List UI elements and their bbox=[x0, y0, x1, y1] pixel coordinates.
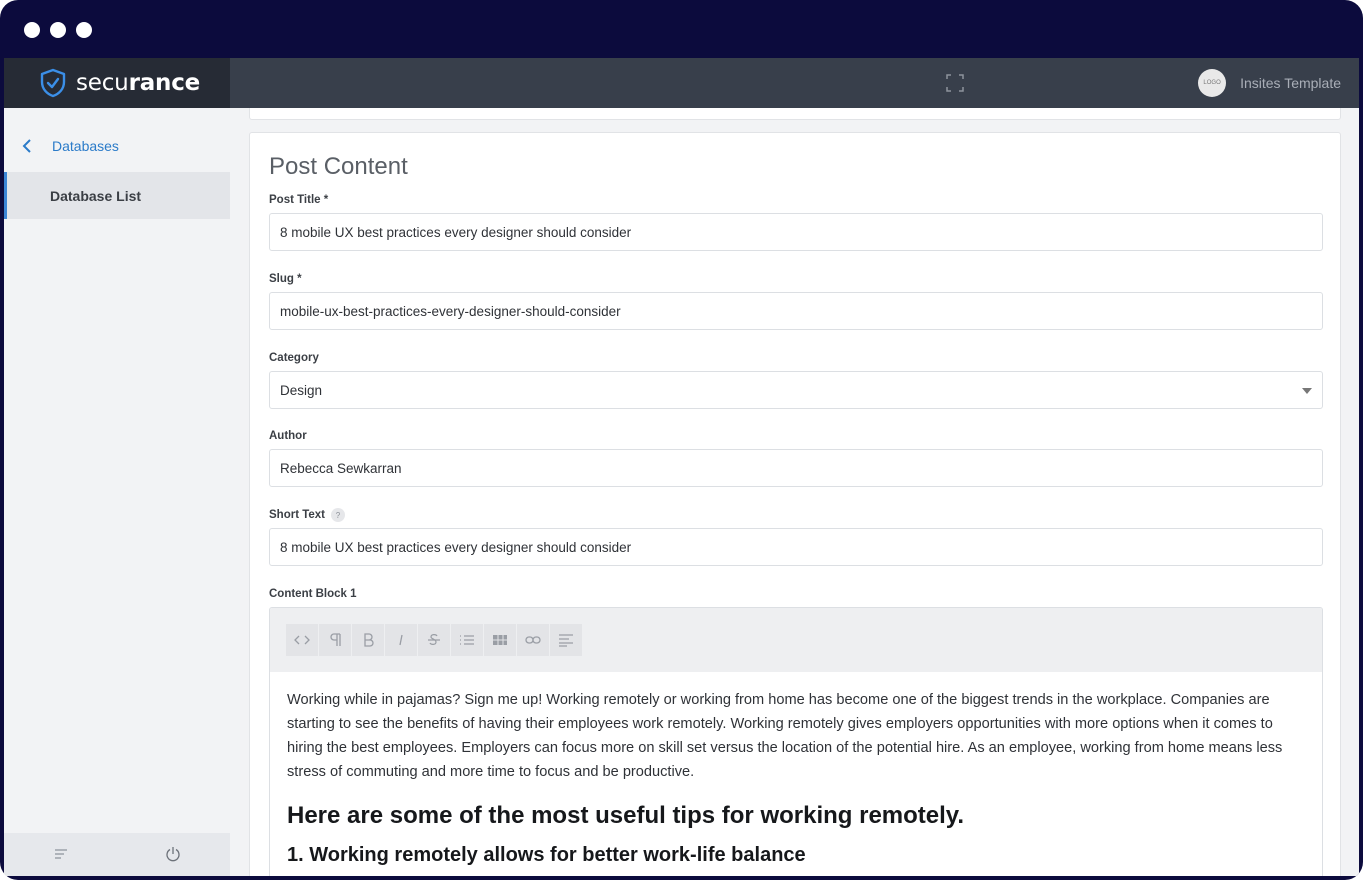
author-input[interactable]: Rebecca Sewkarran bbox=[269, 449, 1323, 487]
content-block-label: Content Block 1 bbox=[269, 588, 357, 600]
sidebar-item-database-list[interactable]: Database List bbox=[4, 172, 230, 219]
category-selected-value: Design bbox=[280, 382, 323, 398]
short-text-label: Short Text ? bbox=[269, 508, 346, 522]
italic-icon bbox=[399, 634, 403, 646]
align-left-icon bbox=[559, 634, 573, 647]
user-menu[interactable]: LOGO Insites Template bbox=[1198, 69, 1341, 97]
page-title: Post Content bbox=[269, 153, 408, 180]
editor-toolbar bbox=[270, 608, 1322, 672]
strikethrough-button[interactable] bbox=[418, 624, 450, 656]
top-bar: LOGO Insites Template bbox=[230, 58, 1359, 108]
table-icon bbox=[493, 635, 507, 645]
content-paragraph: Working while in pajamas? Sign me up! Wo… bbox=[287, 692, 1283, 780]
align-button[interactable] bbox=[550, 624, 582, 656]
fullscreen-icon[interactable] bbox=[946, 74, 964, 92]
post-title-input[interactable]: 8 mobile UX best practices every designe… bbox=[269, 213, 1323, 251]
window-dot-close[interactable] bbox=[24, 22, 40, 38]
code-view-button[interactable] bbox=[286, 624, 318, 656]
paragraph-icon bbox=[330, 633, 341, 646]
author-label: Author bbox=[269, 430, 307, 442]
rich-text-editor: Working while in pajamas? Sign me up! Wo… bbox=[269, 607, 1323, 876]
unordered-list-button[interactable] bbox=[451, 624, 483, 656]
collapse-menu-icon[interactable] bbox=[54, 848, 68, 860]
avatar: LOGO bbox=[1198, 69, 1227, 97]
window-controls bbox=[24, 22, 92, 38]
link-icon bbox=[525, 636, 541, 644]
short-text-input[interactable]: 8 mobile UX best practices every designe… bbox=[269, 528, 1323, 566]
back-to-databases-link[interactable]: Databases bbox=[22, 138, 119, 154]
table-button[interactable] bbox=[484, 624, 516, 656]
content-heading: Here are some of the most useful tips fo… bbox=[287, 802, 965, 829]
brand-name-regular: secu bbox=[76, 70, 129, 96]
previous-card bbox=[249, 108, 1341, 120]
window-frame: securance LOGO Insites Template Database… bbox=[0, 0, 1363, 880]
list-icon bbox=[460, 635, 474, 645]
brand-name: securance bbox=[76, 70, 200, 96]
bold-icon bbox=[364, 633, 374, 647]
back-link-label: Databases bbox=[52, 138, 119, 154]
bold-button[interactable] bbox=[352, 624, 384, 656]
chevron-left-icon bbox=[22, 139, 31, 153]
code-icon bbox=[294, 635, 310, 645]
brand-logo[interactable]: securance bbox=[4, 58, 230, 108]
post-content-card: Post Content Post Title * 8 mobile UX be… bbox=[249, 132, 1341, 876]
help-icon[interactable]: ? bbox=[331, 508, 346, 522]
window-dot-minimize[interactable] bbox=[50, 22, 66, 38]
strikethrough-icon bbox=[428, 634, 440, 645]
paragraph-button[interactable] bbox=[319, 624, 351, 656]
shield-check-icon bbox=[40, 68, 66, 98]
link-button[interactable] bbox=[517, 624, 549, 656]
post-title-label: Post Title * bbox=[269, 194, 329, 206]
slug-label: Slug * bbox=[269, 273, 302, 285]
slug-input[interactable]: mobile-ux-best-practices-every-designer-… bbox=[269, 292, 1323, 330]
user-name: Insites Template bbox=[1240, 75, 1341, 91]
category-select[interactable]: Design bbox=[269, 371, 1323, 409]
content-subheading: 1. Working remotely allows for better wo… bbox=[287, 844, 806, 866]
italic-button[interactable] bbox=[385, 624, 417, 656]
sidebar-footer bbox=[4, 833, 230, 876]
sidebar: Databases Database List bbox=[4, 108, 230, 876]
power-icon[interactable] bbox=[165, 846, 181, 862]
window-dot-maximize[interactable] bbox=[76, 22, 92, 38]
short-text-label-text: Short Text bbox=[269, 509, 326, 521]
chevron-down-icon bbox=[1302, 388, 1312, 394]
app: securance LOGO Insites Template Database… bbox=[4, 58, 1359, 876]
brand-name-bold: rance bbox=[128, 70, 201, 96]
category-label: Category bbox=[269, 352, 319, 364]
editor-content[interactable]: Working while in pajamas? Sign me up! Wo… bbox=[270, 672, 1322, 867]
